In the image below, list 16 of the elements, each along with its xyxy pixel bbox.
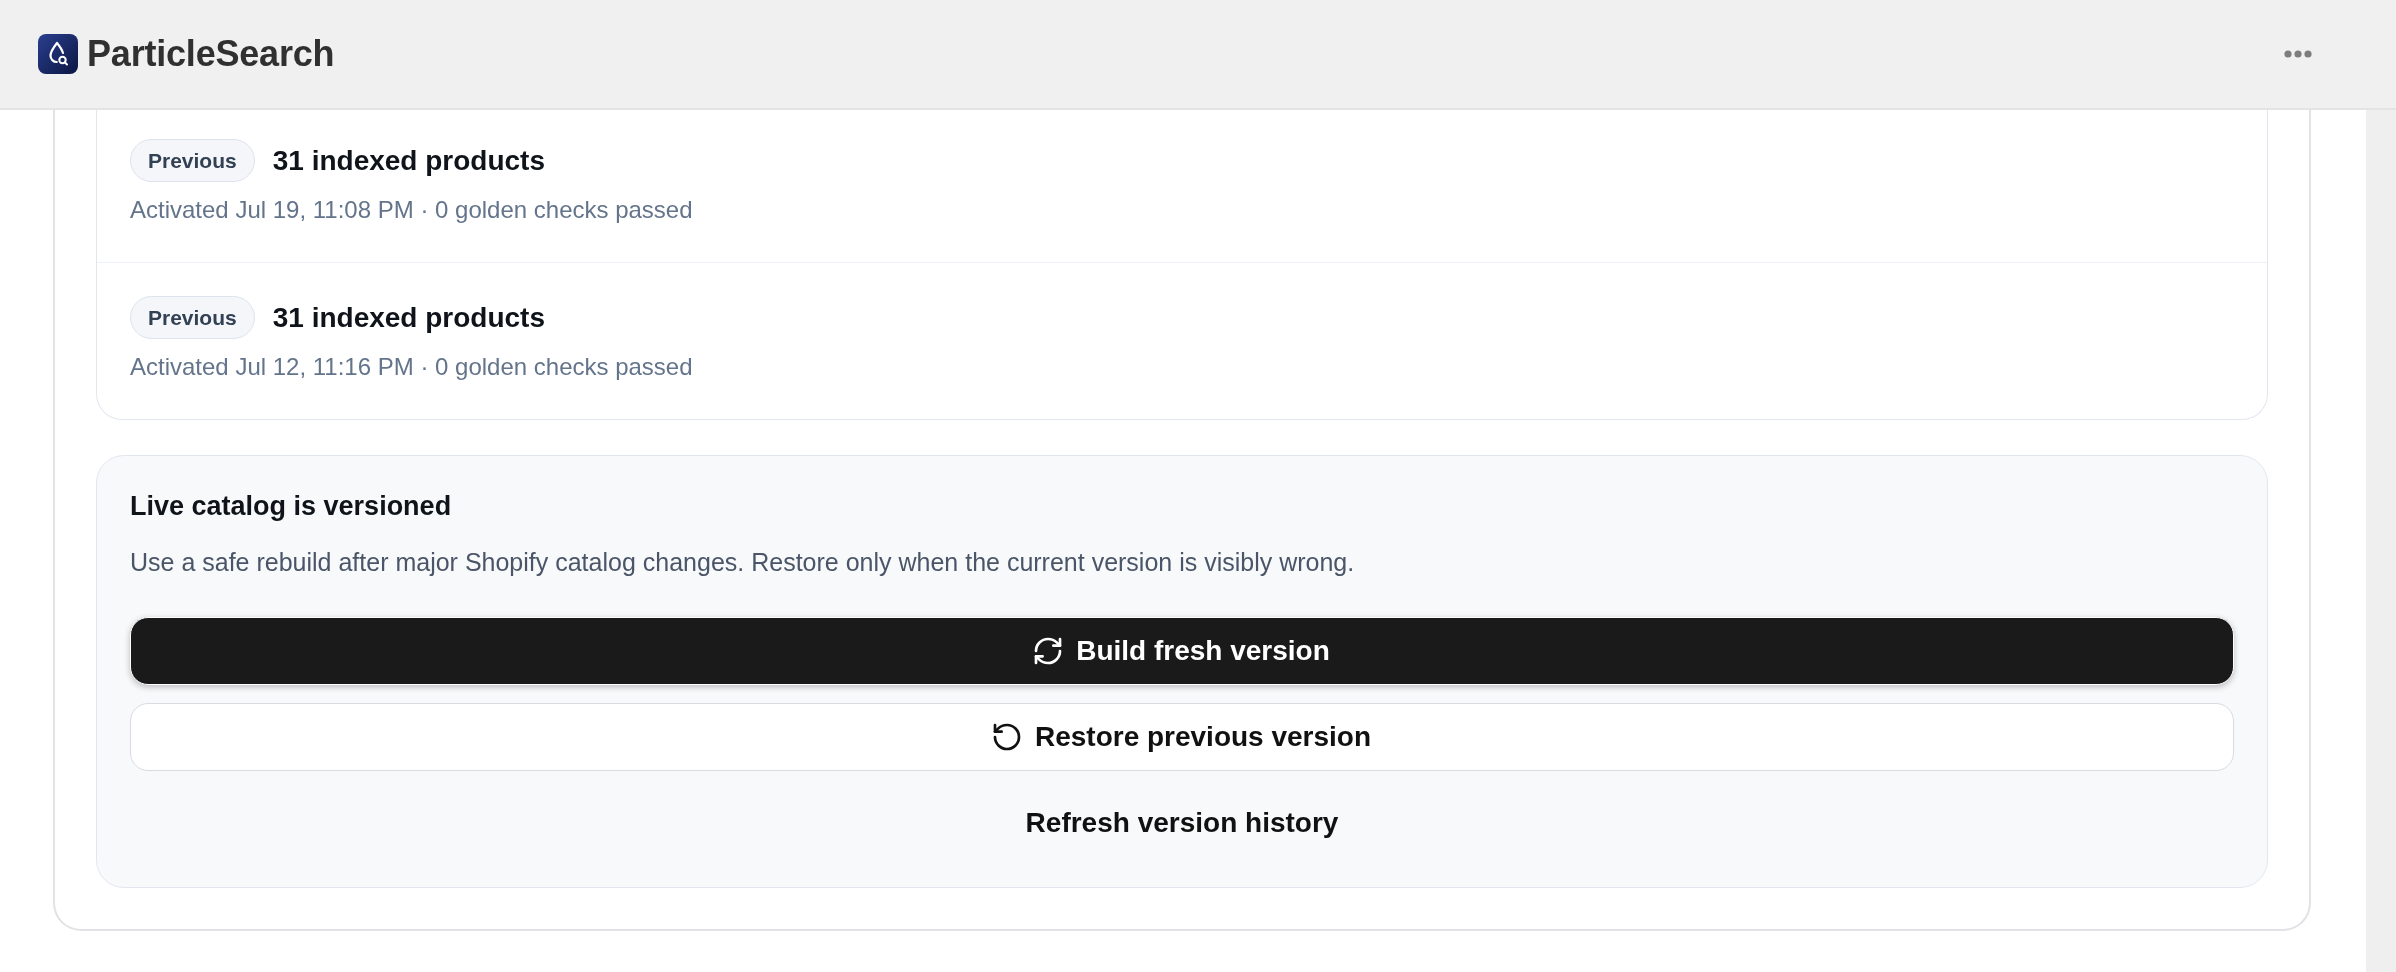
status-badge: Previous bbox=[130, 139, 255, 182]
app-title: ParticleSearch bbox=[87, 32, 335, 76]
panel-title: Live catalog is versioned bbox=[130, 490, 453, 523]
panel-description: Use a safe rebuild after major Shopify catalog changes. Restore only when the current version is visibly wrong. bbox=[130, 547, 1356, 577]
more-icon[interactable] bbox=[2284, 50, 2312, 58]
refresh-icon bbox=[1034, 637, 1063, 665]
version-title: 31 indexed products bbox=[272, 144, 545, 177]
logo-icon bbox=[38, 34, 78, 74]
counterclockwise-arrow-icon bbox=[992, 723, 1021, 751]
version-details: Activated Jul 19, 11:08 PM · 0 golden checks passed bbox=[130, 195, 694, 225]
status-badge: Previous bbox=[130, 296, 255, 339]
refresh-history-button[interactable]: Refresh version history bbox=[130, 789, 2234, 857]
restore-button[interactable]: Restore previous version bbox=[130, 703, 2234, 771]
build-button[interactable]: Build fresh version bbox=[130, 617, 2234, 685]
version-title: 31 indexed products bbox=[272, 301, 545, 334]
version-details: Activated Jul 12, 11:16 PM · 0 golden checks passed bbox=[130, 352, 694, 382]
